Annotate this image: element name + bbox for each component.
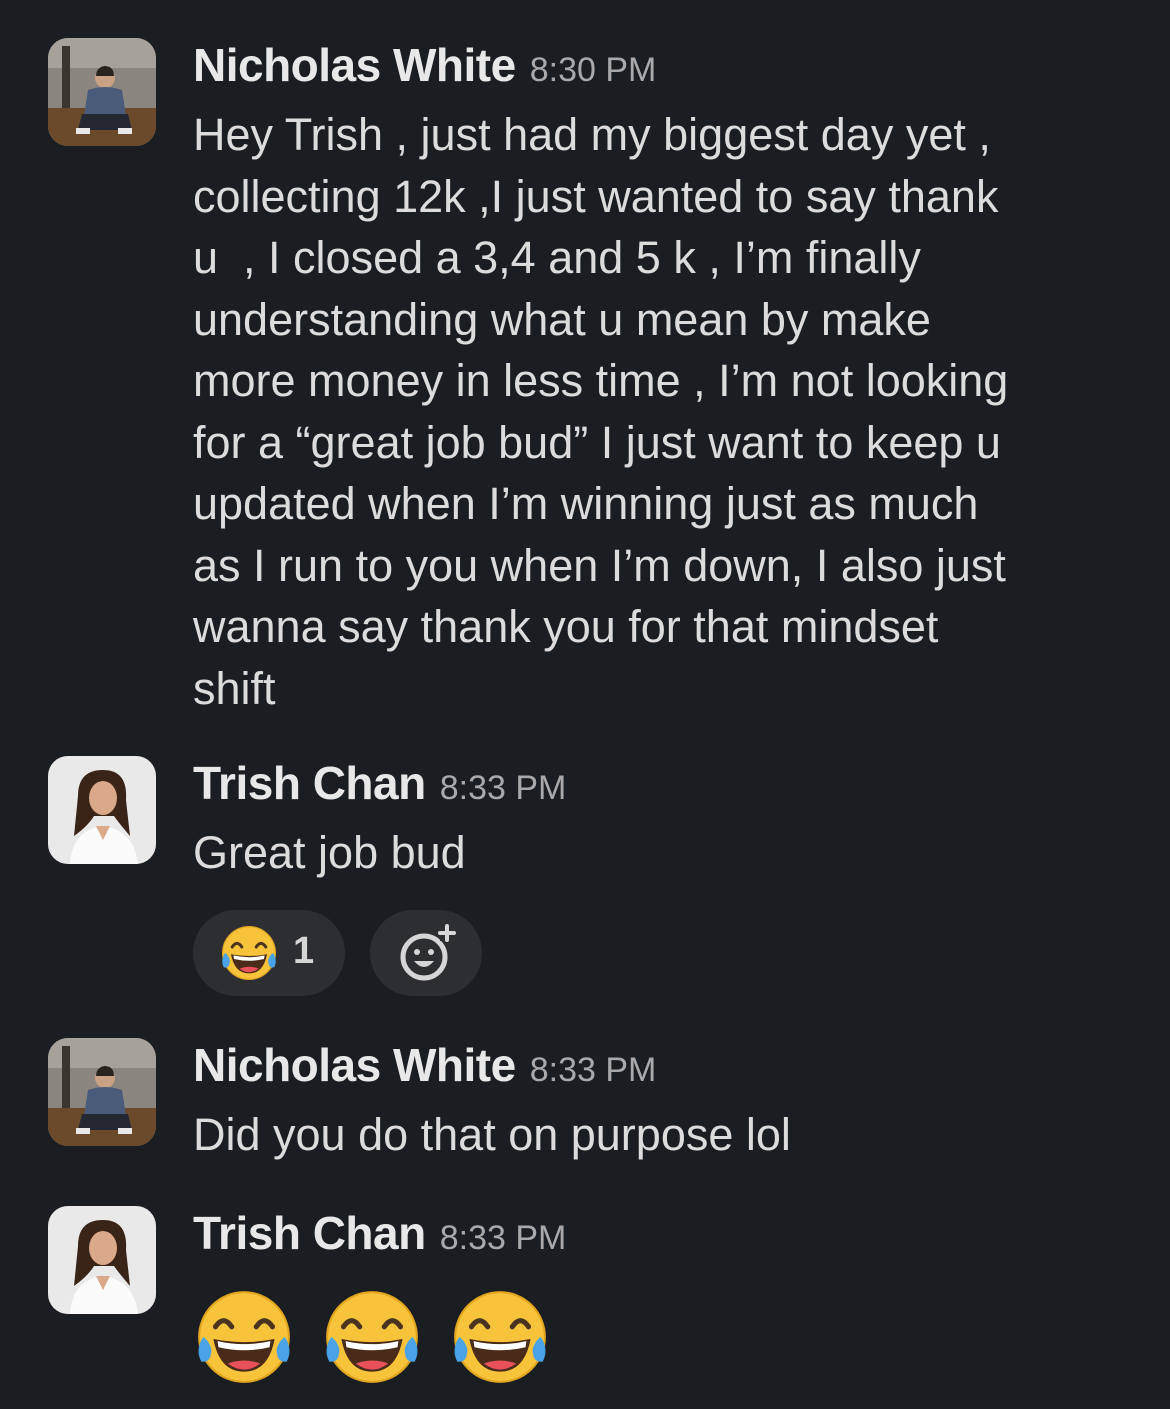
reaction-pill[interactable]: 1 [193, 910, 345, 996]
message-header: Trish Chan 8:33 PM [193, 756, 566, 810]
text-line: collecting 12k ,I just wanted to say tha… [193, 170, 999, 222]
nicholas-avatar[interactable] [48, 1038, 156, 1146]
reaction-count: 1 [293, 930, 315, 972]
message-header: Nicholas White 8:33 PM [193, 1038, 656, 1092]
trish-avatar[interactable] [48, 756, 156, 864]
text-line: updated when I’m winning just as much [193, 478, 979, 529]
text-line: wanna say thank you for that mindset [193, 601, 939, 652]
message-text: Hey Trish , just had my biggest day yet … [193, 104, 1123, 719]
nicholas-avatar[interactable] [48, 38, 156, 146]
text-line: more money in less time , I’m not lookin… [193, 355, 1009, 406]
trish-avatar[interactable] [48, 1206, 156, 1314]
emoji-message [193, 1286, 593, 1386]
face-with-tears-of-joy-icon [220, 925, 278, 981]
message-header: Trish Chan 8:33 PM [193, 1206, 566, 1260]
text-line: understanding what u mean by make [193, 293, 931, 345]
face-with-tears-of-joy-icon [321, 1286, 423, 1388]
message-header: Nicholas White 8:30 PM [193, 38, 656, 92]
message-text: Great job bud [193, 827, 466, 878]
add-reaction-icon [400, 924, 456, 981]
author-name[interactable]: Trish Chan [193, 1207, 426, 1259]
text-line: u , I closed a 3,4 and 5 k , I’m finally [193, 232, 921, 283]
timestamp[interactable]: 8:33 PM [530, 1051, 657, 1089]
text-line: for a “great job bud” I just want to kee… [193, 416, 1001, 468]
timestamp[interactable]: 8:30 PM [530, 51, 657, 89]
timestamp[interactable]: 8:33 PM [440, 769, 567, 807]
add-reaction-button[interactable] [370, 910, 482, 996]
timestamp[interactable]: 8:33 PM [440, 1219, 567, 1257]
author-name[interactable]: Nicholas White [193, 1039, 516, 1091]
text-line: Hey Trish , just had my biggest day yet … [193, 109, 991, 160]
face-with-tears-of-joy-icon [193, 1286, 295, 1388]
author-name[interactable]: Trish Chan [193, 757, 426, 809]
author-name[interactable]: Nicholas White [193, 39, 516, 91]
face-with-tears-of-joy-icon [449, 1286, 551, 1388]
text-line: shift [193, 662, 276, 714]
message-text: Did you do that on purpose lol [193, 1109, 791, 1160]
text-line: as I run to you when I’m down, I also ju… [193, 539, 1006, 591]
